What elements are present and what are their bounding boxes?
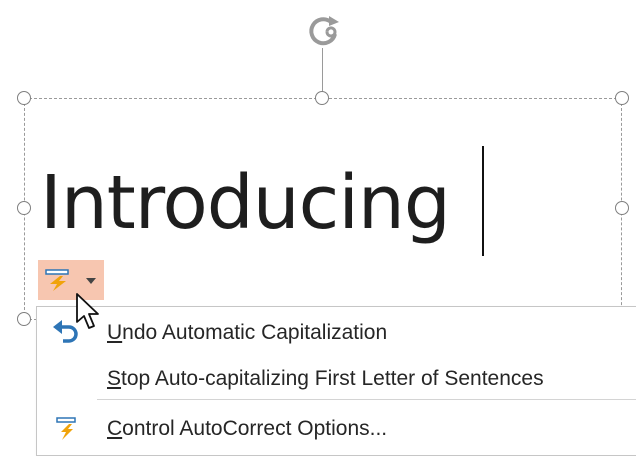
autocorrect-menu: Undo Automatic Capitalization Stop Auto-… — [36, 306, 636, 456]
menu-item-undo-capitalization[interactable]: Undo Automatic Capitalization — [37, 311, 636, 355]
text-caret — [482, 146, 484, 256]
menu-item-label: Control AutoCorrect Options... — [107, 417, 388, 440]
resize-handle-top-left[interactable] — [17, 91, 31, 105]
mouse-pointer-icon — [76, 293, 99, 329]
autocorrect-options-icon — [56, 417, 76, 440]
chevron-down-icon — [86, 278, 96, 284]
autocorrect-bolt-icon — [45, 269, 69, 291]
menu-item-label: Stop Auto-capitalizing First Letter of S… — [107, 367, 544, 390]
menu-separator — [97, 399, 636, 400]
resize-handle-left[interactable] — [17, 201, 31, 215]
rotate-icon[interactable] — [303, 12, 343, 52]
resize-handle-bottom-left[interactable] — [17, 312, 31, 326]
resize-handle-right[interactable] — [615, 201, 629, 215]
slide-title-text[interactable]: Introducing — [40, 158, 451, 248]
resize-handle-top-right[interactable] — [615, 91, 629, 105]
resize-handle-top[interactable] — [315, 91, 329, 105]
menu-item-autocorrect-options[interactable]: Control AutoCorrect Options... — [37, 407, 636, 451]
menu-item-label: Undo Automatic Capitalization — [107, 321, 388, 344]
menu-item-stop-auto-capitalizing[interactable]: Stop Auto-capitalizing First Letter of S… — [37, 357, 636, 401]
